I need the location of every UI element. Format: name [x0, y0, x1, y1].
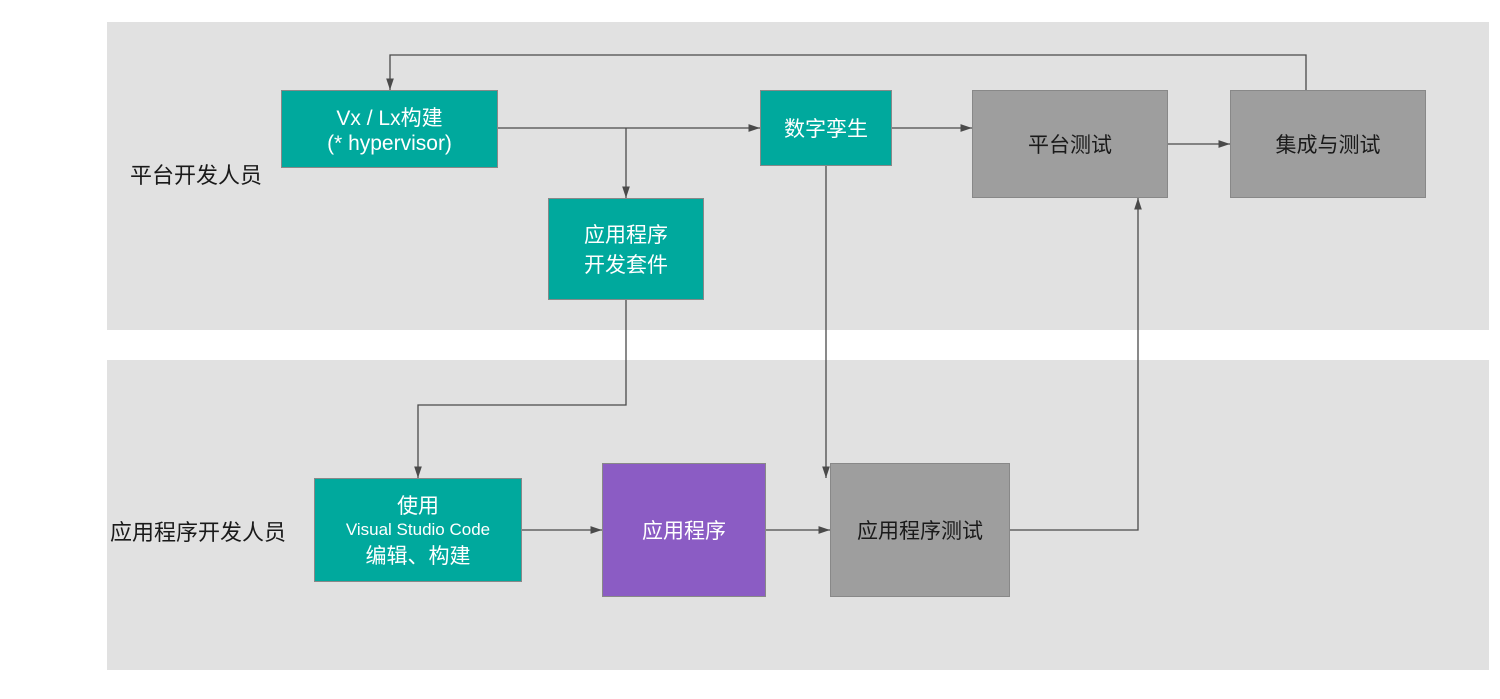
- box-platform-test: 平台测试: [972, 90, 1168, 198]
- box-digital-twin: 数字孪生: [760, 90, 892, 166]
- box-application-label: 应用程序: [642, 515, 726, 545]
- box-vx-lx-build: Vx / Lx构建 (* hypervisor): [281, 90, 498, 168]
- box-adk-line1: 应用程序: [584, 219, 668, 249]
- box-adk-line2: 开发套件: [584, 249, 668, 279]
- box-vscode: 使用 Visual Studio Code 编辑、构建: [314, 478, 522, 582]
- box-digital-twin-label: 数字孪生: [784, 113, 868, 143]
- box-app-test-label: 应用程序测试: [857, 515, 983, 545]
- box-platform-test-label: 平台测试: [1028, 129, 1112, 159]
- box-vscode-line1: 使用: [397, 490, 439, 520]
- box-vscode-line3: 编辑、构建: [366, 540, 471, 570]
- box-vx-line1: Vx / Lx构建: [336, 102, 442, 132]
- box-integration-test: 集成与测试: [1230, 90, 1426, 198]
- row-label-platform: 平台开发人员: [130, 158, 262, 190]
- box-integration-test-label: 集成与测试: [1276, 129, 1381, 159]
- box-app-test: 应用程序测试: [830, 463, 1010, 597]
- box-vscode-line2: Visual Studio Code: [346, 520, 490, 540]
- row-label-app: 应用程序开发人员: [110, 515, 286, 547]
- box-adk: 应用程序 开发套件: [548, 198, 704, 300]
- diagram-canvas: 平台开发人员 应用程序开发人员: [0, 0, 1500, 699]
- box-application: 应用程序: [602, 463, 766, 597]
- box-vx-line2: (* hypervisor): [327, 132, 452, 156]
